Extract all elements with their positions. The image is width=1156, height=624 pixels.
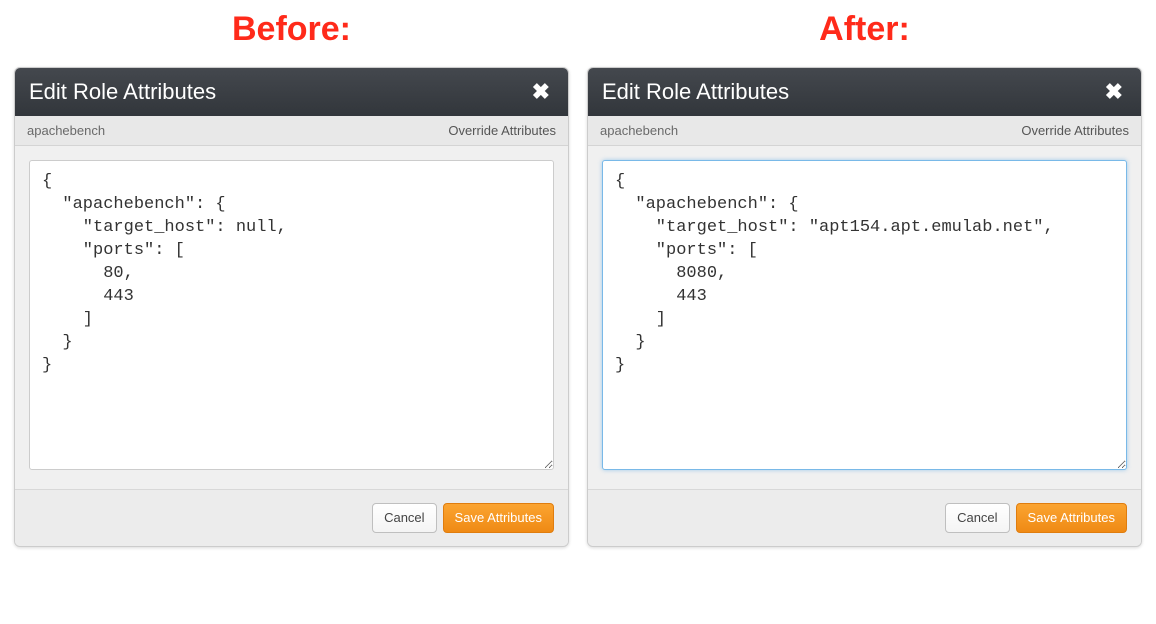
modal-footer: Cancel Save Attributes [588, 489, 1141, 546]
close-icon[interactable]: ✖ [1101, 81, 1127, 103]
save-attributes-button[interactable]: Save Attributes [1016, 503, 1127, 533]
close-icon[interactable]: ✖ [528, 81, 554, 103]
attributes-json-textarea[interactable] [602, 160, 1127, 470]
before-heading: Before: [232, 10, 351, 49]
comparison-container: Before: Edit Role Attributes ✖ apacheben… [10, 10, 1146, 547]
breadcrumb-section: Override Attributes [448, 123, 556, 138]
breadcrumb-role-name: apachebench [27, 123, 105, 138]
breadcrumb-bar: apachebench Override Attributes [588, 116, 1141, 146]
modal-header: Edit Role Attributes ✖ [588, 68, 1141, 116]
cancel-button[interactable]: Cancel [945, 503, 1009, 533]
modal-footer: Cancel Save Attributes [15, 489, 568, 546]
save-attributes-button[interactable]: Save Attributes [443, 503, 554, 533]
cancel-button[interactable]: Cancel [372, 503, 436, 533]
modal-body [15, 146, 568, 489]
modal-header: Edit Role Attributes ✖ [15, 68, 568, 116]
before-column: Before: Edit Role Attributes ✖ apacheben… [14, 10, 569, 547]
after-heading: After: [819, 10, 910, 49]
breadcrumb-role-name: apachebench [600, 123, 678, 138]
after-column: After: Edit Role Attributes ✖ apachebenc… [587, 10, 1142, 547]
attributes-json-textarea[interactable] [29, 160, 554, 470]
modal-before: Edit Role Attributes ✖ apachebench Overr… [14, 67, 569, 547]
modal-title: Edit Role Attributes [29, 79, 216, 105]
breadcrumb-bar: apachebench Override Attributes [15, 116, 568, 146]
modal-title: Edit Role Attributes [602, 79, 789, 105]
breadcrumb-section: Override Attributes [1021, 123, 1129, 138]
modal-body [588, 146, 1141, 489]
modal-after: Edit Role Attributes ✖ apachebench Overr… [587, 67, 1142, 547]
